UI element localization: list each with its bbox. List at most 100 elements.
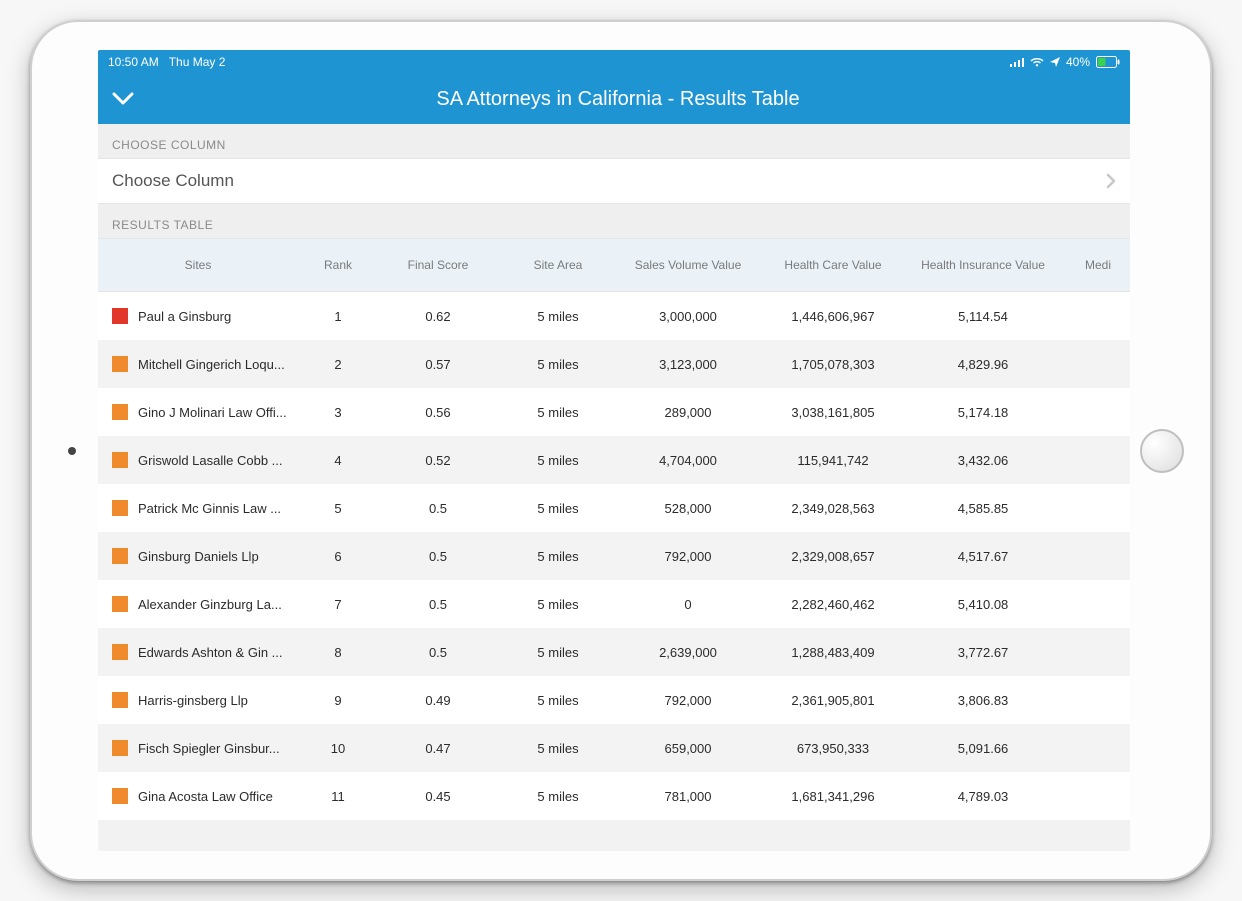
col-header-site-area[interactable]: Site Area — [498, 254, 618, 276]
cell-final-score: 0.62 — [378, 309, 498, 324]
table-row[interactable]: Mitchell Gingerich Loqu...20.575 miles3,… — [98, 340, 1130, 388]
chevron-right-icon — [1106, 173, 1116, 189]
cell-health-care: 673,950,333 — [758, 741, 908, 756]
cell-rank: 10 — [298, 741, 378, 756]
cell-site-area: 5 miles — [498, 693, 618, 708]
site-name: Alexander Ginzburg La... — [138, 597, 282, 612]
app-screen: 10:50 AM Thu May 2 40% — [98, 50, 1130, 851]
cell-sites: Gino J Molinari Law Offi... — [98, 404, 298, 420]
site-color-swatch — [112, 548, 128, 564]
cell-health-insurance: 5,410.08 — [908, 597, 1058, 612]
wifi-icon — [1030, 57, 1044, 67]
device-home-button[interactable] — [1140, 429, 1184, 473]
cell-sales-volume: 4,704,000 — [618, 453, 758, 468]
col-header-medi-partial[interactable]: Medi — [1058, 254, 1130, 276]
cell-site-area: 5 miles — [498, 357, 618, 372]
site-color-swatch — [112, 644, 128, 660]
page-title: SA Attorneys in California - Results Tab… — [150, 88, 1086, 111]
cell-health-care: 2,349,028,563 — [758, 501, 908, 516]
cell-rank: 3 — [298, 405, 378, 420]
site-color-swatch — [112, 788, 128, 804]
cell-rank: 2 — [298, 357, 378, 372]
site-name: Mitchell Gingerich Loqu... — [138, 357, 285, 372]
table-header-row: Sites Rank Final Score Site Area Sales V… — [98, 238, 1130, 292]
cell-health-care: 2,282,460,462 — [758, 597, 908, 612]
choose-column-label: Choose Column — [112, 171, 234, 191]
cell-health-insurance: 4,789.03 — [908, 789, 1058, 804]
cell-health-care: 2,329,008,657 — [758, 549, 908, 564]
table-row[interactable]: Edwards Ashton & Gin ...80.55 miles2,639… — [98, 628, 1130, 676]
cell-sites: Griswold Lasalle Cobb ... — [98, 452, 298, 468]
cell-sales-volume: 3,123,000 — [618, 357, 758, 372]
status-battery-pct: 40% — [1066, 55, 1090, 69]
site-name: Fisch Spiegler Ginsbur... — [138, 741, 280, 756]
cell-final-score: 0.49 — [378, 693, 498, 708]
cell-sales-volume: 659,000 — [618, 741, 758, 756]
cell-health-care: 1,681,341,296 — [758, 789, 908, 804]
table-row[interactable]: Gino J Molinari Law Offi...30.565 miles2… — [98, 388, 1130, 436]
cell-health-insurance: 4,829.96 — [908, 357, 1058, 372]
cell-rank: 4 — [298, 453, 378, 468]
cell-final-score: 0.52 — [378, 453, 498, 468]
col-header-health-care[interactable]: Health Care Value — [758, 254, 908, 276]
cell-rank: 6 — [298, 549, 378, 564]
cell-health-insurance: 5,174.18 — [908, 405, 1058, 420]
cell-health-care: 2,361,905,801 — [758, 693, 908, 708]
cell-site-area: 5 miles — [498, 789, 618, 804]
cell-health-care: 1,288,483,409 — [758, 645, 908, 660]
cell-site-area: 5 miles — [498, 405, 618, 420]
cell-rank: 5 — [298, 501, 378, 516]
site-color-swatch — [112, 404, 128, 420]
results-table-section-label: RESULTS TABLE — [98, 204, 1130, 238]
cell-sales-volume: 2,639,000 — [618, 645, 758, 660]
results-table: Sites Rank Final Score Site Area Sales V… — [98, 238, 1130, 851]
cell-final-score: 0.45 — [378, 789, 498, 804]
cell-sales-volume: 781,000 — [618, 789, 758, 804]
location-icon — [1050, 57, 1060, 67]
site-color-swatch — [112, 740, 128, 756]
cell-final-score: 0.5 — [378, 597, 498, 612]
col-header-final-score[interactable]: Final Score — [378, 254, 498, 276]
cell-health-insurance: 3,432.06 — [908, 453, 1058, 468]
battery-icon — [1096, 56, 1120, 68]
status-date: Thu May 2 — [169, 55, 226, 69]
table-row[interactable]: Ginsburg Daniels Llp60.55 miles792,0002,… — [98, 532, 1130, 580]
table-row[interactable]: Patrick Mc Ginnis Law ...50.55 miles528,… — [98, 484, 1130, 532]
cell-sales-volume: 792,000 — [618, 549, 758, 564]
site-name: Griswold Lasalle Cobb ... — [138, 453, 283, 468]
site-name: Gino J Molinari Law Offi... — [138, 405, 287, 420]
table-row[interactable]: Harris-ginsberg Llp90.495 miles792,0002,… — [98, 676, 1130, 724]
cell-site-area: 5 miles — [498, 741, 618, 756]
cell-health-insurance: 4,517.67 — [908, 549, 1058, 564]
choose-column-row[interactable]: Choose Column — [98, 158, 1130, 204]
table-row[interactable]: Fisch Spiegler Ginsbur... 100.475 miles65… — [98, 724, 1130, 772]
cell-rank: 1 — [298, 309, 378, 324]
cell-site-area: 5 miles — [498, 645, 618, 660]
table-row[interactable]: Paul a Ginsburg10.625 miles3,000,0001,44… — [98, 292, 1130, 340]
table-row[interactable]: Alexander Ginzburg La...70.55 miles02,28… — [98, 580, 1130, 628]
status-time: 10:50 AM — [108, 55, 159, 69]
col-header-sales-volume[interactable]: Sales Volume Value — [618, 254, 758, 276]
cell-sales-volume: 0 — [618, 597, 758, 612]
cell-sites: Harris-ginsberg Llp — [98, 692, 298, 708]
col-header-sites[interactable]: Sites — [98, 254, 298, 276]
site-name: Ginsburg Daniels Llp — [138, 549, 259, 564]
table-row[interactable]: Gina Acosta Law Office110.455 miles781,0… — [98, 772, 1130, 820]
site-color-swatch — [112, 308, 128, 324]
cell-health-insurance: 3,772.67 — [908, 645, 1058, 660]
site-color-swatch — [112, 596, 128, 612]
cell-health-insurance: 4,585.85 — [908, 501, 1058, 516]
cell-health-care: 1,446,606,967 — [758, 309, 908, 324]
site-color-swatch — [112, 500, 128, 516]
col-header-rank[interactable]: Rank — [298, 254, 378, 276]
table-row[interactable]: Griswold Lasalle Cobb ...40.525 miles4,7… — [98, 436, 1130, 484]
cell-final-score: 0.5 — [378, 501, 498, 516]
table-body: Paul a Ginsburg10.625 miles3,000,0001,44… — [98, 292, 1130, 820]
cell-site-area: 5 miles — [498, 501, 618, 516]
cell-health-insurance: 3,806.83 — [908, 693, 1058, 708]
col-header-health-insurance[interactable]: Health Insurance Value — [908, 254, 1058, 276]
cell-final-score: 0.47 — [378, 741, 498, 756]
cell-sites: Alexander Ginzburg La... — [98, 596, 298, 612]
back-chevron-icon[interactable] — [112, 92, 134, 106]
cell-health-insurance: 5,091.66 — [908, 741, 1058, 756]
